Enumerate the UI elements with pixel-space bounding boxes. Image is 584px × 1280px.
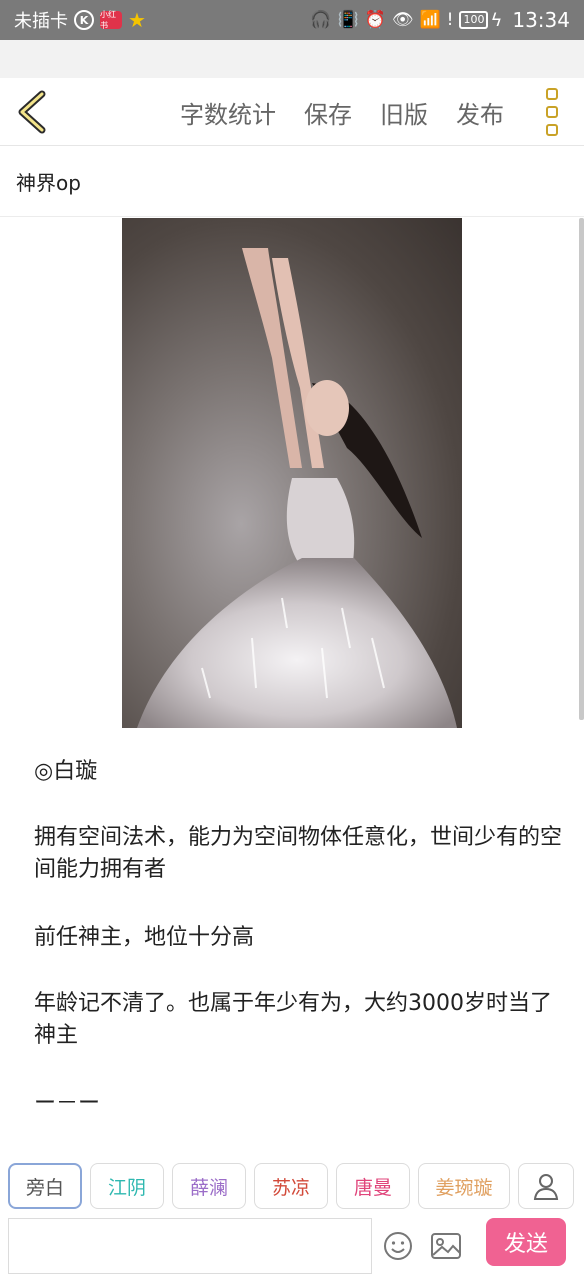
menu-dot [546,106,558,118]
role-chip-narrator[interactable]: 旁白 [8,1163,82,1209]
back-button[interactable] [14,90,54,134]
menu-dot [546,88,558,100]
role-chip-label: 苏凉 [271,1176,310,1199]
role-selector: 旁白 江阴 薛澜 苏凉 唐曼 姜琬璇 [0,1160,584,1212]
emoji-button[interactable] [380,1228,416,1264]
add-role-button[interactable] [518,1163,574,1209]
paragraph-heading: ◎白璇 [34,759,98,784]
image-icon [431,1233,461,1259]
alarm-icon: ⏰ [364,9,386,30]
star-icon: ★ [128,8,146,32]
scrollbar[interactable] [579,218,584,720]
message-input[interactable] [8,1218,372,1274]
xiaohongshu-icon: 小红书 [100,10,122,30]
composer: 发送 [0,1212,584,1280]
role-chip-label: 姜琬璇 [435,1176,493,1199]
eye-icon: 👁 [391,9,414,30]
status-bar: 未插卡 K 小红书 ★ 🎧 📳 ⏰ 👁 📶 ! 100 ϟ 13:34 [0,0,584,40]
editor-toolbar: 字数统计 保存 旧版 发布 [0,78,584,146]
vibrate-icon: 📳 [337,9,359,30]
paragraph-divider: ー－ー [34,1091,101,1116]
paragraph: 拥有空间法术，能力为空间物体任意化，世间少有的空间能力拥有者 [34,825,563,882]
battery-level: 100 [459,11,489,29]
role-chip-label: 唐曼 [353,1176,392,1199]
role-chip-label: 江阴 [107,1176,146,1199]
role-chip-tangman[interactable]: 唐曼 [336,1163,410,1209]
image-button[interactable] [428,1228,464,1264]
role-chip-suliang[interactable]: 苏凉 [254,1163,328,1209]
role-chip-xuelan[interactable]: 薛澜 [172,1163,246,1209]
paragraph: 年龄记不清了。也属于年少有为，大约3000岁时当了神主 [34,991,552,1048]
more-menu-icon[interactable] [538,88,566,136]
smiley-icon [384,1232,412,1260]
alert-icon: ! [446,9,454,30]
role-chip-jiangwanxuan[interactable]: 姜琬璇 [418,1163,510,1209]
role-chip-label: 旁白 [25,1176,64,1199]
k-app-icon: K [74,10,94,30]
headset-icon: 🎧 [310,9,332,30]
wifi-icon: 📶 [419,9,441,30]
paragraph: 前任神主，地位十分高 [34,925,255,950]
carrier-text: 未插卡 [14,11,68,32]
dancer-photo[interactable] [122,218,462,728]
menu-dot [546,124,558,136]
clock: 13:34 [512,8,570,32]
chevron-left-icon [18,90,46,134]
editor-content[interactable]: ◎白璇 拥有空间法术，能力为空间物体任意化，世间少有的空间能力拥有者 前任神主，… [0,218,584,1144]
document-title-text: 神界op [16,171,81,195]
battery-indicator: 100 ϟ [459,10,502,31]
save-button[interactable]: 保存 [304,95,352,130]
publish-button[interactable]: 发布 [456,95,504,130]
word-count-button[interactable]: 字数统计 [180,95,276,130]
dancer-illustration [137,248,457,728]
send-button[interactable]: 发送 [486,1218,566,1266]
user-icon [533,1174,559,1200]
charging-icon: ϟ [490,9,503,31]
role-chip-label: 薛澜 [189,1176,228,1199]
document-title[interactable]: 神界op [0,147,584,217]
role-chip-jiangyin[interactable]: 江阴 [90,1163,164,1209]
old-version-button[interactable]: 旧版 [380,95,428,130]
header-spacer [0,40,584,78]
